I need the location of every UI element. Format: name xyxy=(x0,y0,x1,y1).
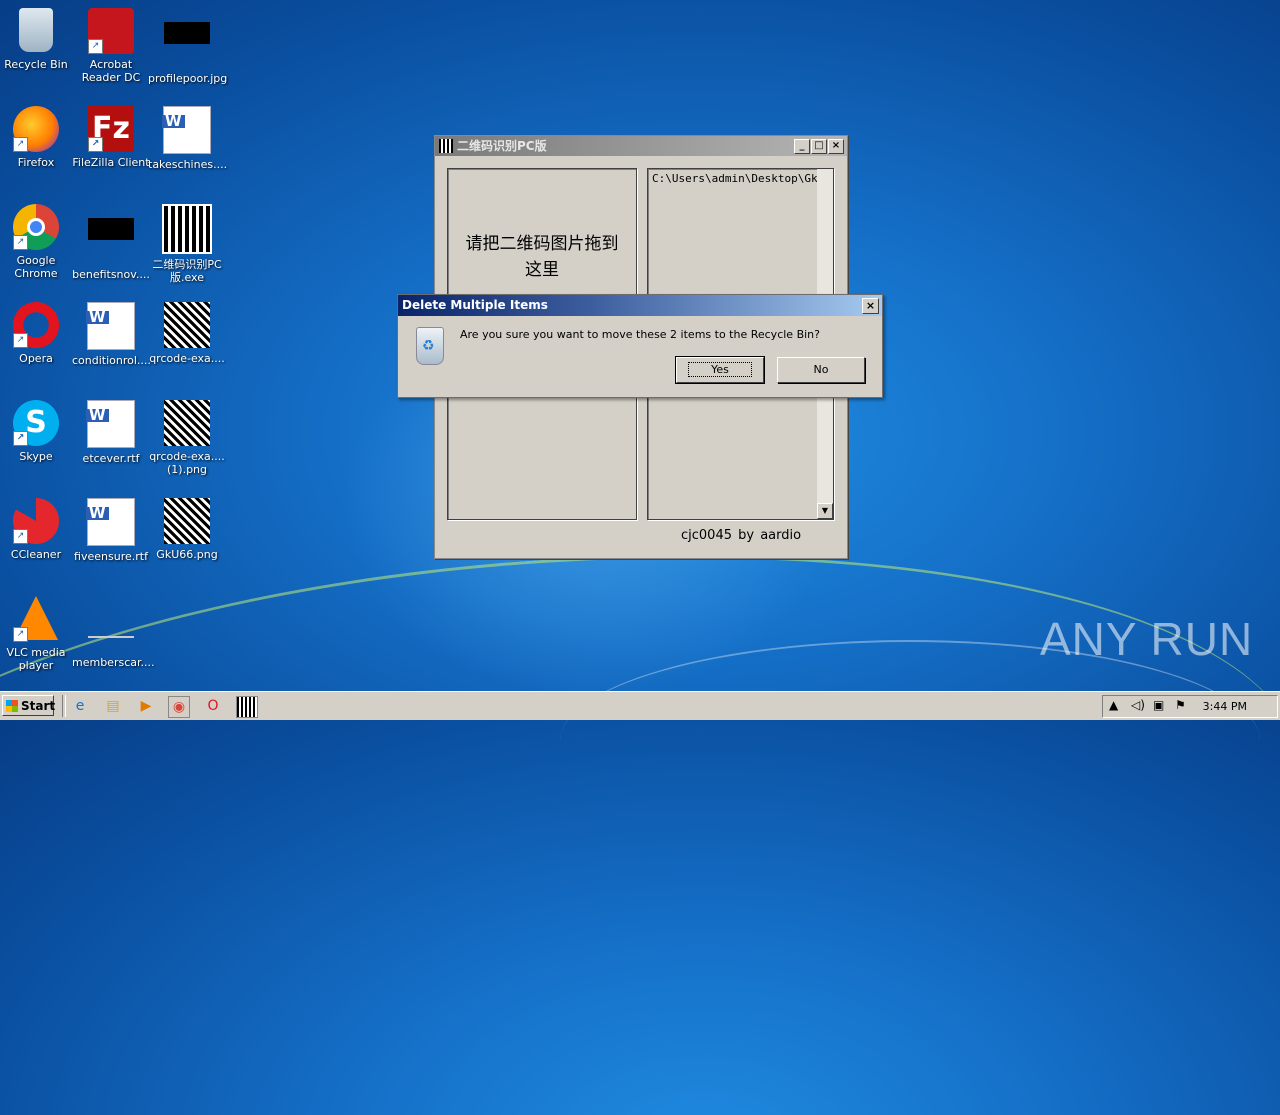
shortcut-arrow-icon: ↗ xyxy=(88,137,103,152)
qr-image-icon xyxy=(164,498,210,544)
shortcut-arrow-icon: ↗ xyxy=(13,137,28,152)
chrome-taskbar-icon[interactable]: ◉ xyxy=(168,696,190,718)
desktop-icon-qr-exe[interactable]: 二维码识别PC版.exe xyxy=(148,204,226,284)
desktop-icon-gku66[interactable]: GkU66.png xyxy=(148,498,226,561)
opera-taskbar-icon[interactable]: O xyxy=(203,696,223,716)
dialog-close-button[interactable]: × xyxy=(862,298,879,314)
minimize-button[interactable]: _ xyxy=(794,139,810,154)
desktop-icon-firefox[interactable]: ↗ Firefox xyxy=(0,106,75,169)
system-tray: ▲ ◁) ▣ ⚑ 3:44 PM xyxy=(1102,695,1278,718)
desktop-icon-vlc[interactable]: ↗ VLC media player xyxy=(0,596,75,672)
taskbar-separator xyxy=(62,695,66,717)
start-button[interactable]: Start xyxy=(2,695,55,716)
list-item[interactable]: C:\Users\admin\Desktop\GkU66.p xyxy=(652,172,833,185)
word-doc-icon: W xyxy=(162,106,211,154)
acrobat-icon: ↗ xyxy=(88,8,134,54)
action-center-flag-icon[interactable]: ⚑ xyxy=(1175,698,1186,712)
delete-dialog[interactable]: Delete Multiple Items × Are you sure you… xyxy=(397,294,883,398)
shortcut-arrow-icon: ↗ xyxy=(13,431,28,446)
shortcut-arrow-icon: ↗ xyxy=(13,333,28,348)
desktop-icon-profilepoor[interactable]: profilepoor.jpg xyxy=(148,8,227,85)
desktop-icon-ccleaner[interactable]: ↗ CCleaner xyxy=(0,498,75,561)
yes-button[interactable]: Yes xyxy=(675,356,765,384)
image-file-icon xyxy=(164,22,210,44)
file-icon xyxy=(88,606,134,638)
no-button[interactable]: No xyxy=(777,357,865,383)
desktop-icon-opera[interactable]: ↗ Opera xyxy=(0,302,75,365)
shortcut-arrow-icon: ↗ xyxy=(13,529,28,544)
desktop-icon-etcever[interactable]: W etcever.rtf xyxy=(72,400,150,465)
desktop-icon-recycle-bin[interactable]: Recycle Bin xyxy=(0,8,75,71)
opera-icon: ↗ xyxy=(13,302,59,348)
qr-app-title: 二维码识别PC版 xyxy=(457,139,547,153)
word-doc-icon: W xyxy=(86,498,135,546)
firefox-icon: ↗ xyxy=(13,106,59,152)
ccleaner-icon: ↗ xyxy=(13,498,59,544)
qr-exe-icon xyxy=(162,204,212,254)
qr-app-icon xyxy=(439,139,453,153)
image-file-icon xyxy=(88,218,134,240)
qr-app-titlebar[interactable]: 二维码识别PC版 _ □ × xyxy=(435,136,847,156)
chrome-icon: ↗ xyxy=(13,204,59,250)
desktop-icon-conditionrol[interactable]: W conditionrol.... xyxy=(72,302,151,367)
shortcut-arrow-icon: ↗ xyxy=(13,235,28,250)
recycle-bin-icon xyxy=(19,8,53,52)
wallpaper-swoosh-2 xyxy=(560,640,1260,842)
recycle-bin-icon xyxy=(416,327,444,365)
app-footer: cjc0045 by aardio xyxy=(681,528,802,543)
no-button-label: No xyxy=(813,363,829,376)
taskbar: Start e ▤ ▶ ◉ O ▲ ◁) ▣ ⚑ 3:44 PM xyxy=(0,691,1280,720)
word-doc-icon: W xyxy=(86,302,135,350)
desktop-icon-skype[interactable]: S ↗ Skype xyxy=(0,400,75,463)
desktop-icon-acrobat[interactable]: ↗ Acrobat Reader DC xyxy=(72,8,150,84)
show-hidden-icons-icon[interactable]: ▲ xyxy=(1109,698,1118,712)
skype-icon: S ↗ xyxy=(13,400,59,446)
desktop-icon-qrcode-exa[interactable]: qrcode-exa.... xyxy=(148,302,226,365)
yes-button-label: Yes xyxy=(688,362,752,377)
desktop-icon-memberscar[interactable]: memberscar.... xyxy=(72,596,155,669)
dialog-title: Delete Multiple Items xyxy=(398,295,882,316)
desktop-icon-benefitsnov[interactable]: benefitsnov.... xyxy=(72,204,150,281)
desktop-icon-takeschines[interactable]: W takeschines.... xyxy=(148,106,227,171)
anyrun-watermark: ANY RUN xyxy=(1040,613,1254,665)
qr-app-taskbar-icon[interactable] xyxy=(236,696,258,718)
qr-image-icon xyxy=(164,400,210,446)
media-player-icon[interactable]: ▶ xyxy=(136,696,156,716)
clock[interactable]: 3:44 PM xyxy=(1203,699,1247,715)
ie-icon[interactable]: e xyxy=(70,696,90,716)
desktop-icon-qrcode-exa-1[interactable]: qrcode-exa....(1).png xyxy=(148,400,226,476)
network-icon[interactable]: ▣ xyxy=(1153,698,1164,712)
scroll-down-icon[interactable]: ▼ xyxy=(817,503,833,519)
dialog-message: Are you sure you want to move these 2 it… xyxy=(460,328,820,341)
desktop-icon-filezilla[interactable]: Fz ↗ FileZilla Client xyxy=(72,106,150,169)
desktop-icon-fiveensure[interactable]: W fiveensure.rtf xyxy=(72,498,150,563)
filezilla-icon: Fz ↗ xyxy=(88,106,134,152)
word-doc-icon: W xyxy=(86,400,135,448)
qr-image-icon xyxy=(164,302,210,348)
maximize-button[interactable]: □ xyxy=(811,139,827,154)
explorer-folder-icon[interactable]: ▤ xyxy=(103,696,123,716)
close-button[interactable]: × xyxy=(828,139,844,154)
shortcut-arrow-icon: ↗ xyxy=(13,627,28,642)
shortcut-arrow-icon: ↗ xyxy=(88,39,103,54)
desktop-icon-chrome[interactable]: ↗ Google Chrome xyxy=(0,204,75,280)
volume-icon[interactable]: ◁) xyxy=(1131,698,1145,712)
drop-zone-text: 请把二维码图片拖到 这里 xyxy=(465,234,619,280)
